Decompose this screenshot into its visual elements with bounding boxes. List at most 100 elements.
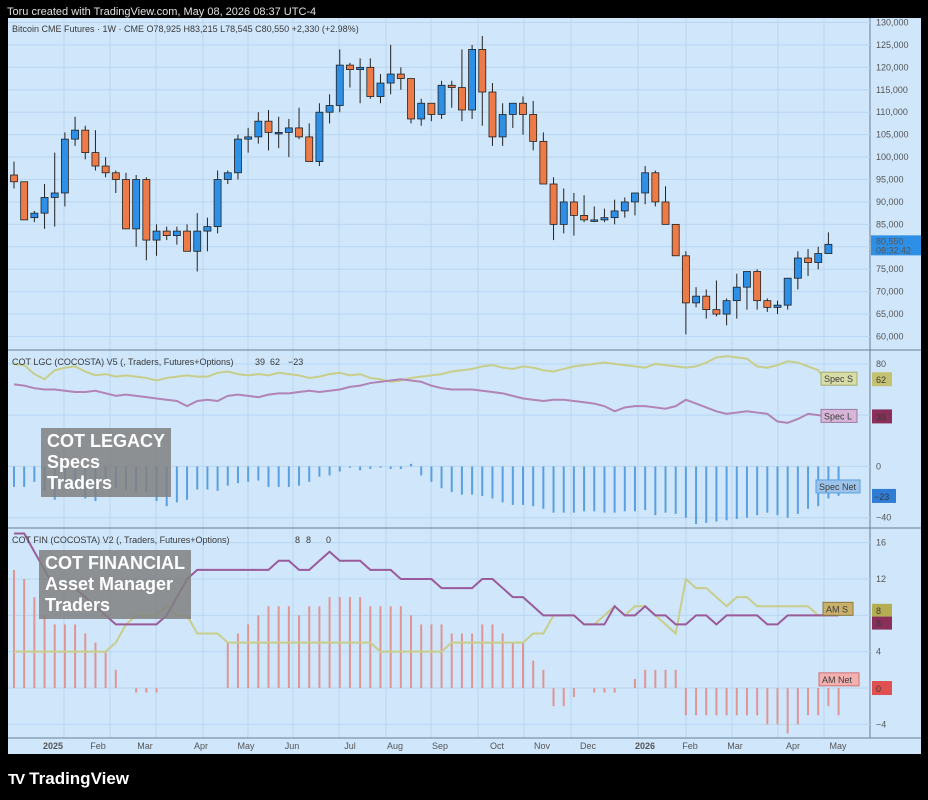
- candle: [610, 199, 619, 225]
- candle: [223, 170, 232, 184]
- candle-body: [81, 129, 90, 153]
- candle-body: [427, 102, 436, 115]
- candle: [244, 127, 253, 153]
- candle: [183, 224, 191, 252]
- financial-box-line-2: Asset Manager: [45, 574, 174, 594]
- legacy-box-line-2: Specs: [47, 452, 101, 472]
- candle: [81, 125, 90, 160]
- candle: [753, 269, 762, 310]
- legacy-legend-val: −23: [288, 357, 303, 367]
- candle-body: [763, 300, 772, 308]
- candle-body: [773, 304, 782, 308]
- legacy-legend-val: 62: [270, 357, 280, 367]
- candle-body: [203, 226, 212, 232]
- candle-body: [549, 183, 558, 225]
- x-tick-label: Jul: [344, 741, 356, 751]
- candle: [692, 287, 700, 308]
- financial-box-line-1: COT FINANCIAL: [45, 553, 185, 573]
- candle-body: [274, 132, 283, 135]
- candle-body: [783, 277, 792, 306]
- candle-body: [142, 179, 151, 241]
- x-tick-label: Jun: [285, 741, 300, 751]
- candle: [417, 98, 426, 126]
- chart-svg[interactable]: 130,000 125,000 120,000 115,000 110,000 105,0…: [8, 18, 921, 754]
- candle-body: [61, 138, 69, 194]
- x-tick-label: Mar: [137, 741, 153, 751]
- candle-body: [10, 174, 18, 183]
- candle-body: [396, 73, 405, 79]
- spec-l-badge: 39: [876, 412, 886, 422]
- x-tick-label: May: [237, 741, 255, 751]
- candle-body: [335, 64, 344, 106]
- financial-title-box: COT FINANCIAL Asset Manager Traders: [39, 550, 191, 619]
- price-tick-label: 125,000: [876, 40, 909, 50]
- candle: [671, 223, 680, 257]
- price-tick-label: 100,000: [876, 152, 909, 162]
- legacy-legend-val: 39: [255, 357, 265, 367]
- legacy-tick-label: 0: [876, 461, 881, 471]
- candle-body: [162, 230, 171, 236]
- financial-legend-val: 0: [326, 535, 331, 545]
- candle: [162, 226, 171, 241]
- candle-body: [40, 197, 49, 214]
- legacy-title-box: COT LEGACY Specs Traders: [41, 428, 172, 497]
- candle-body: [447, 84, 456, 88]
- candle: [264, 109, 273, 151]
- candle: [468, 44, 477, 119]
- tradingview-footer[interactable]: TV TradingView: [8, 769, 129, 789]
- candle: [346, 62, 354, 88]
- candle: [284, 118, 293, 158]
- am-net-badge-bg: [872, 681, 892, 696]
- candle-body: [30, 212, 39, 219]
- financial-legend-val: 8: [306, 535, 311, 545]
- candle-body: [498, 114, 507, 138]
- candle: [40, 184, 49, 229]
- price-tick-label: 105,000: [876, 130, 909, 140]
- candle: [732, 273, 741, 319]
- am-net-badge: 0: [876, 684, 881, 694]
- candle: [122, 172, 130, 230]
- spec-net-tag: Spec Net: [819, 482, 857, 492]
- candle-body: [600, 217, 609, 221]
- candle: [743, 271, 751, 310]
- legacy-legend: COT LGC (COCOSTA) V5 (, Traders, Futures…: [12, 357, 233, 367]
- candle: [172, 226, 181, 245]
- am-net-tag: AM Net: [822, 675, 853, 685]
- financial-tick-label: 4: [876, 647, 881, 657]
- candle: [447, 80, 456, 108]
- tradingview-brand: TradingView: [29, 769, 129, 788]
- candle-body: [458, 87, 466, 111]
- candle: [142, 177, 151, 261]
- candle: [132, 175, 141, 247]
- price-tick-label: 85,000: [876, 219, 904, 229]
- candle: [508, 102, 517, 128]
- candle: [488, 83, 497, 146]
- price-tick-label: 120,000: [876, 62, 909, 72]
- spec-l-line: [13, 378, 839, 424]
- candle: [722, 298, 731, 326]
- x-tick-label: Mar: [727, 741, 743, 751]
- candle: [203, 217, 212, 252]
- chart-area[interactable]: 130,000 125,000 120,000 115,000 110,000 105,0…: [8, 18, 921, 754]
- candle: [559, 188, 568, 234]
- candle: [529, 101, 538, 151]
- candle: [234, 134, 242, 180]
- candle-body: [610, 210, 619, 219]
- candle: [20, 181, 29, 221]
- candle-body: [305, 136, 314, 162]
- candle-body: [315, 111, 324, 162]
- am-s-tag: AM S: [826, 604, 848, 614]
- financial-legend: COT FIN (COCOSTA) V2 (, Traders, Futures…: [12, 535, 229, 545]
- candle-body: [122, 179, 130, 230]
- financial-legend-val: 8: [295, 535, 300, 545]
- candle-body: [346, 64, 354, 70]
- candle-body: [152, 230, 161, 241]
- candle-body: [529, 114, 538, 142]
- candle-body: [651, 172, 660, 203]
- candle-body: [295, 127, 303, 138]
- candle-body: [132, 179, 141, 230]
- candle-body: [284, 127, 293, 133]
- price-legend: Bitcoin CME Futures · 1W · CME O78,925 H…: [12, 24, 359, 34]
- candle: [804, 249, 812, 276]
- candle: [661, 186, 670, 225]
